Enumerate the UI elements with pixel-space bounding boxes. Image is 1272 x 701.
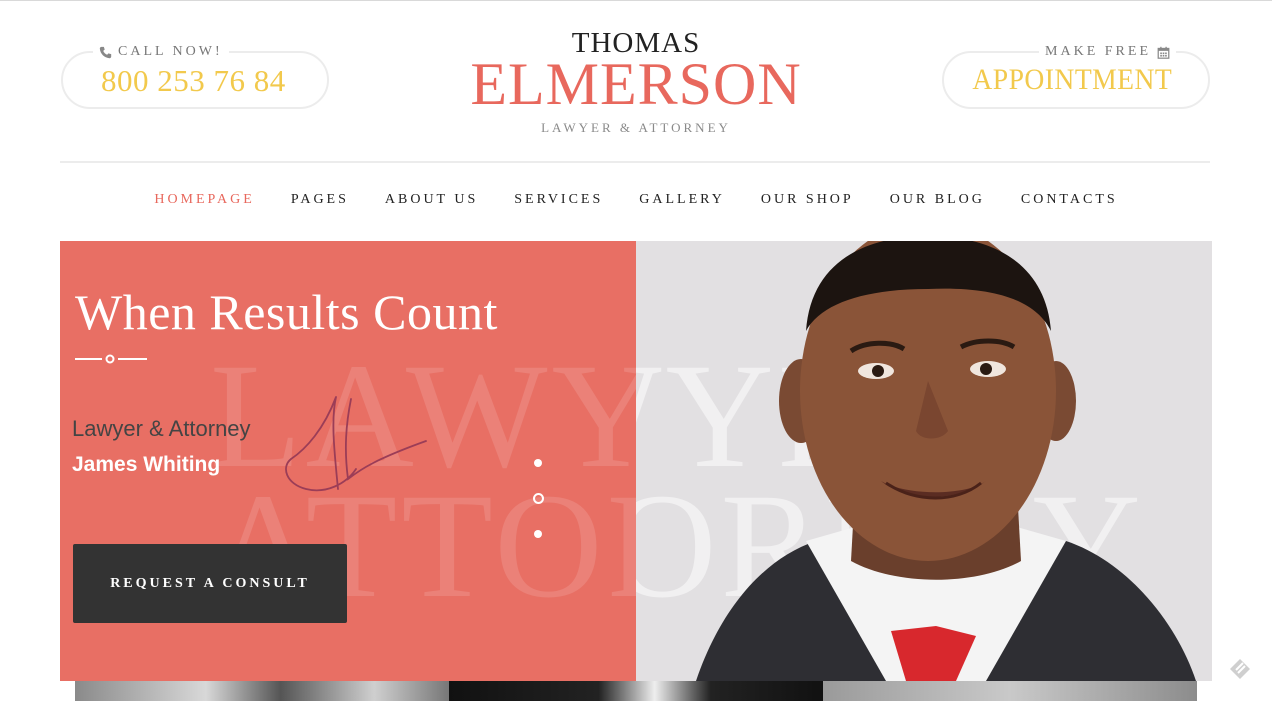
main-nav: HOMEPAGE PAGES ABOUT US SERVICES GALLERY… — [0, 192, 1272, 208]
thumbnail-image-1[interactable] — [75, 681, 449, 701]
appointment-link[interactable]: APPOINTMENT — [972, 63, 1172, 97]
lawyer-portrait-image — [696, 241, 1196, 681]
nav-item-homepage[interactable]: HOMEPAGE — [154, 192, 255, 208]
header-divider — [60, 161, 1210, 163]
nav-item-services[interactable]: SERVICES — [514, 192, 603, 208]
phone-number[interactable]: 800 253 76 84 — [101, 63, 286, 99]
appointment-caption: MAKE FREE — [1039, 44, 1176, 60]
slider-dot-1[interactable] — [534, 459, 542, 467]
nav-item-contacts[interactable]: CONTACTS — [1021, 192, 1118, 208]
featured-thumbnails — [75, 681, 1197, 701]
thumbnail-image-3[interactable] — [823, 681, 1197, 701]
request-consult-button[interactable]: REQUEST A CONSULT — [73, 544, 347, 623]
thumbnail-image-2[interactable] — [449, 681, 823, 701]
signature-icon — [285, 396, 427, 492]
nav-item-gallery[interactable]: GALLERY — [639, 192, 725, 208]
nav-item-about-us[interactable]: ABOUT US — [385, 192, 478, 208]
logo-subtitle: LAWYER & ATTORNEY — [541, 120, 731, 135]
nav-item-our-shop[interactable]: OUR SHOP — [761, 192, 854, 208]
site-logo[interactable]: THOMAS ELMERSON LAWYER & ATTORNEY — [436, 28, 836, 136]
hero-portrait-panel: LAWYER ATTORNEY — [636, 241, 1212, 681]
calendar-icon — [1157, 46, 1170, 59]
hero-name: James Whiting — [72, 453, 221, 476]
slider-dot-2[interactable] — [533, 493, 544, 504]
feedback-icon[interactable] — [1228, 657, 1252, 681]
hero-role: Lawyer & Attorney — [72, 416, 251, 441]
call-now-caption: CALL NOW! — [93, 44, 229, 60]
slider-dot-3[interactable] — [534, 530, 542, 538]
call-now-label: CALL NOW! — [118, 44, 223, 59]
logo-last-name: ELMERSON — [470, 51, 802, 117]
appointment-box[interactable]: MAKE FREE APPOINTMENT — [942, 44, 1210, 109]
title-separator-icon — [75, 354, 147, 364]
window-top-border — [0, 0, 1272, 1]
phone-icon — [99, 46, 112, 58]
nav-item-pages[interactable]: PAGES — [291, 192, 349, 208]
nav-item-our-blog[interactable]: OUR BLOG — [890, 192, 985, 208]
hero-title: When Results Count — [75, 284, 498, 340]
hero-text-panel: LAWYER ATTORNEY When Results Count Lawye… — [60, 241, 636, 681]
slider-pagination — [533, 459, 544, 564]
call-now-box[interactable]: CALL NOW! 800 253 76 84 — [61, 44, 329, 109]
make-free-label: MAKE FREE — [1045, 44, 1151, 59]
